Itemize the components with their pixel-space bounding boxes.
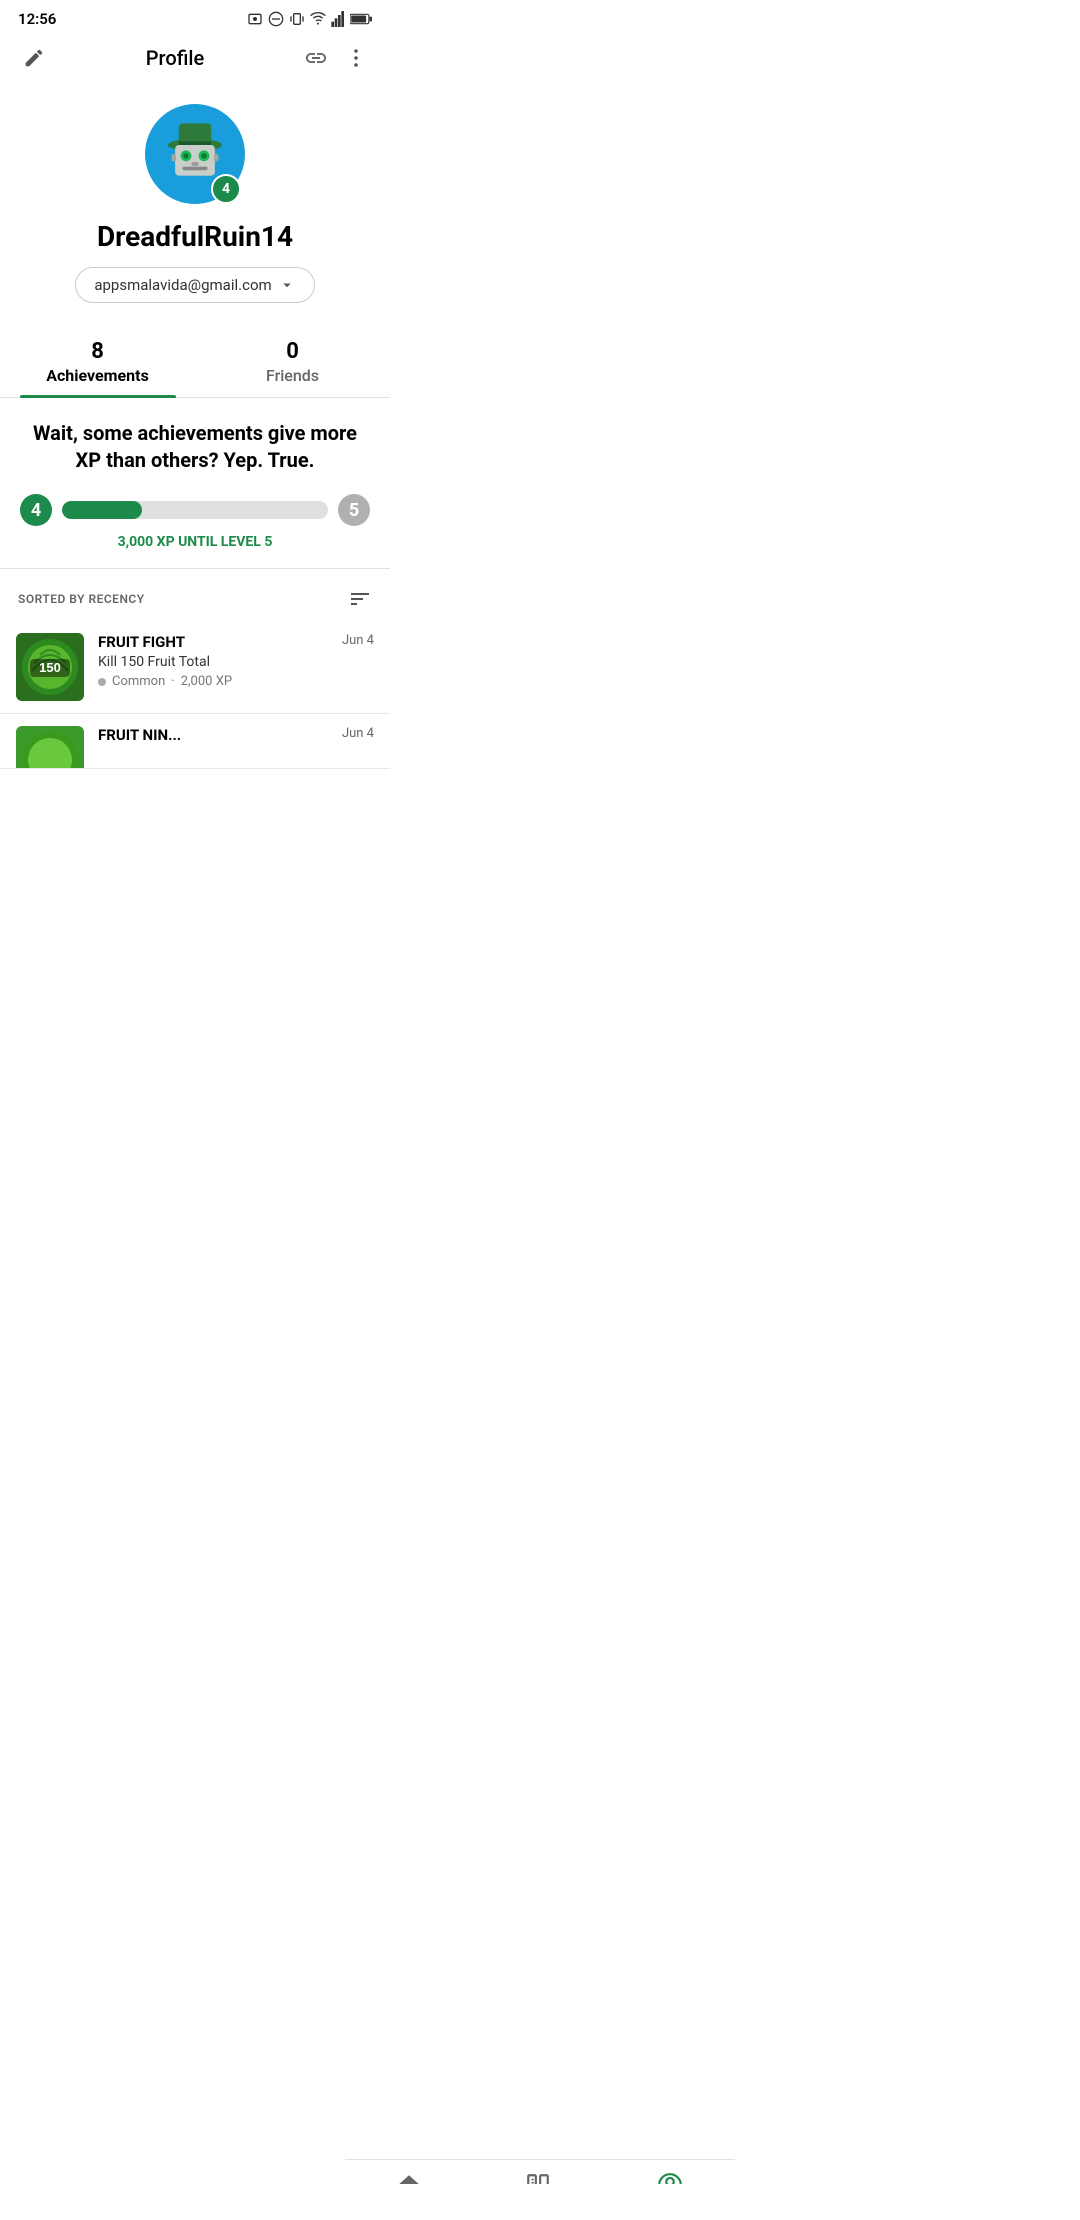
rarity-dot-0	[98, 678, 106, 686]
achievement-info-1: FRUIT NIN...	[98, 726, 328, 747]
achievement-image-0: 150	[20, 637, 80, 697]
battery-icon	[350, 12, 372, 26]
more-icon	[344, 46, 368, 70]
achievement-item-1[interactable]: FRUIT NIN... Jun 4	[0, 714, 390, 769]
achievement-thumb-1	[16, 726, 84, 769]
achievement-info-0: FRUIT FIGHT Kill 150 Fruit Total Common …	[98, 633, 328, 689]
achievement-date-1: Jun 4	[342, 726, 374, 741]
sorted-label: SORTED BY RECENCY	[18, 592, 145, 606]
link-icon	[304, 46, 328, 70]
edit-icon	[23, 47, 45, 69]
achievement-meta-0: Common · 2,000 XP	[98, 674, 328, 689]
email-text: appsmalavida@gmail.com	[94, 276, 271, 294]
xp-level-end: 5	[338, 494, 370, 526]
achievement-xp-0: 2,000 XP	[181, 674, 232, 689]
status-bar: 12:56	[0, 0, 390, 34]
svg-text:150: 150	[39, 660, 61, 675]
wifi-icon	[310, 11, 326, 27]
xp-bar-fill	[62, 501, 142, 519]
link-button[interactable]	[298, 40, 334, 76]
vibrate-icon	[289, 11, 305, 27]
achievement-image-1	[20, 730, 80, 769]
achievement-separator-0: ·	[171, 674, 174, 689]
level-badge: 4	[211, 174, 241, 204]
avatar-container: 4	[145, 104, 245, 204]
app-bar-actions	[298, 40, 374, 76]
sort-icon	[348, 587, 372, 611]
status-icons	[247, 11, 372, 27]
system-nav-bar	[345, 2184, 735, 2220]
profile-section: 4 DreadfulRuin14 appsmalavida@gmail.com	[0, 88, 390, 321]
tab-friends[interactable]: 0 Friends	[195, 329, 390, 397]
edit-button[interactable]	[16, 40, 52, 76]
achievements-count: 8	[91, 339, 104, 364]
stats-tabs: 8 Achievements 0 Friends	[0, 329, 390, 398]
app-bar: Profile	[0, 34, 390, 88]
xp-needed: 3,000 XP	[118, 534, 175, 550]
tab-achievements[interactable]: 8 Achievements	[0, 329, 195, 397]
achievement-title-0: FRUIT FIGHT	[98, 633, 328, 651]
friends-count: 0	[286, 339, 299, 364]
sort-button[interactable]	[348, 587, 372, 611]
achievement-thumb-0: 150	[16, 633, 84, 701]
screenshot-icon	[247, 11, 263, 27]
achievement-rarity-0: Common	[112, 674, 165, 689]
more-button[interactable]	[338, 40, 374, 76]
xp-message: Wait, some achievements give more XP tha…	[20, 420, 370, 474]
xp-until: 3,000 XP UNTIL LEVEL 5	[20, 534, 370, 550]
page-title: Profile	[146, 46, 204, 70]
achievements-header: SORTED BY RECENCY	[0, 569, 390, 621]
friends-label: Friends	[266, 366, 319, 385]
xp-until-text: UNTIL LEVEL 5	[178, 534, 272, 550]
achievement-title-1: FRUIT NIN...	[98, 726, 328, 744]
achievement-desc-0: Kill 150 Fruit Total	[98, 654, 328, 670]
xp-section: Wait, some achievements give more XP tha…	[0, 398, 390, 569]
achievement-date-0: Jun 4	[342, 633, 374, 648]
achievement-item-0[interactable]: 150 FRUIT FIGHT Kill 150 Fruit Total Com…	[0, 621, 390, 714]
xp-level-start: 4	[20, 494, 52, 526]
email-selector[interactable]: appsmalavida@gmail.com	[75, 267, 314, 303]
xp-bar-container: 4 5	[20, 494, 370, 526]
status-time: 12:56	[18, 10, 56, 28]
signal-icon	[331, 11, 345, 27]
achievements-label: Achievements	[46, 366, 149, 385]
username: DreadfulRuin14	[97, 220, 293, 253]
do-not-disturb-icon	[268, 11, 284, 27]
dropdown-icon	[278, 276, 296, 294]
xp-bar	[62, 501, 328, 519]
